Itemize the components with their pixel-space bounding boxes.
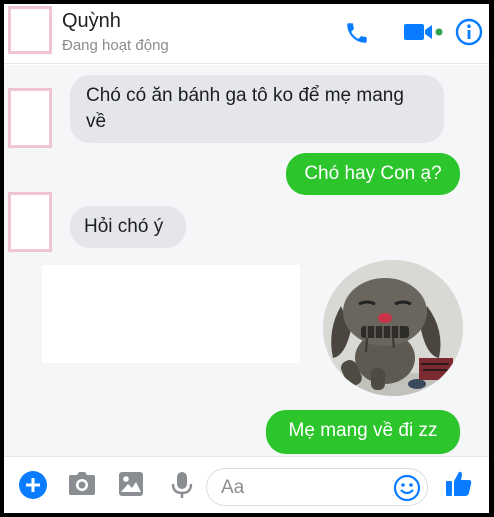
camera-icon[interactable]: [68, 471, 96, 497]
message-composer: [4, 456, 489, 513]
messenger-screen: Quỳnh Đang hoạt động Chó có ăn bánh ga t…: [4, 4, 489, 513]
outgoing-message[interactable]: Chó hay Con ạ?: [286, 153, 460, 195]
message-thread[interactable]: Chó có ăn bánh ga tô ko để mẹ mang về Ch…: [4, 65, 489, 456]
incoming-image[interactable]: [42, 265, 300, 363]
contact-avatar[interactable]: [8, 6, 52, 54]
online-dot: [435, 28, 443, 36]
phone-icon[interactable]: [344, 20, 370, 46]
contact-name[interactable]: Quỳnh: [62, 10, 121, 33]
thumbs-up-icon[interactable]: [444, 469, 474, 499]
plus-icon[interactable]: [18, 470, 48, 500]
image-icon[interactable]: [118, 471, 144, 497]
contact-status: Đang hoạt động: [62, 37, 169, 54]
sad-dog-sticker[interactable]: [323, 260, 463, 396]
message-input[interactable]: [221, 475, 381, 501]
video-call-icon[interactable]: [403, 20, 445, 44]
sender-avatar[interactable]: [8, 192, 52, 252]
incoming-message[interactable]: Chó có ăn bánh ga tô ko để mẹ mang về: [70, 75, 444, 143]
message-input-container[interactable]: [206, 468, 428, 506]
emoji-icon[interactable]: [393, 474, 421, 507]
microphone-icon[interactable]: [170, 471, 194, 499]
chat-header: Quỳnh Đang hoạt động: [4, 4, 489, 64]
screenshot-frame: Quỳnh Đang hoạt động Chó có ăn bánh ga t…: [0, 0, 494, 517]
sender-avatar[interactable]: [8, 88, 52, 148]
info-icon[interactable]: [455, 18, 483, 46]
incoming-message[interactable]: Hỏi chó ý: [70, 206, 186, 248]
outgoing-message[interactable]: Mẹ mang về đi zz: [266, 410, 460, 454]
